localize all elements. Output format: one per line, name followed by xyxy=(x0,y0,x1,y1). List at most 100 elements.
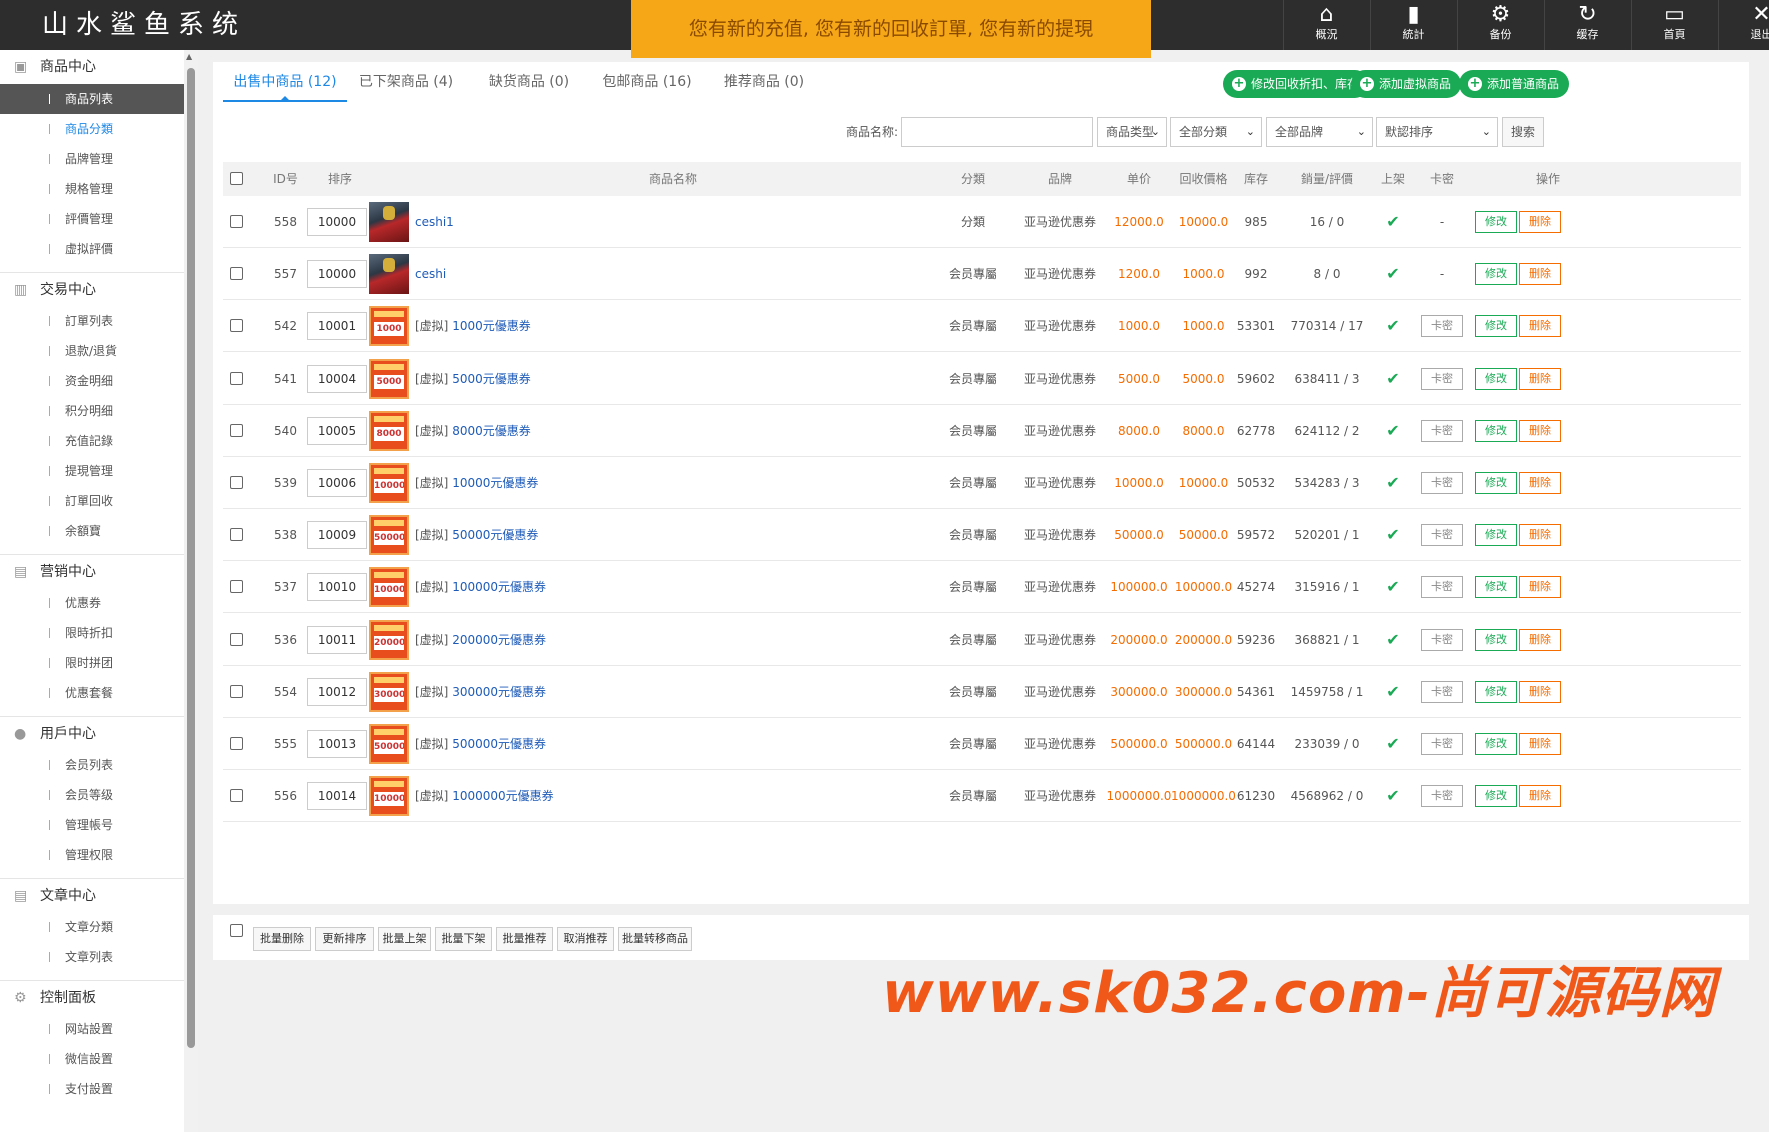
sidebar-item[interactable]: 网站設置 xyxy=(0,1014,184,1044)
listed-check-icon[interactable]: ✔ xyxy=(1373,196,1413,248)
add-normal-button[interactable]: + 添加普通商品 xyxy=(1459,70,1570,98)
nav-gear[interactable]: ⚙ 备份 xyxy=(1457,0,1543,50)
sidebar-item[interactable]: 虚拟評價 xyxy=(0,234,184,264)
sidebar-item[interactable]: 管理帳号 xyxy=(0,810,184,840)
sidebar-item[interactable]: 资金明细 xyxy=(0,366,184,396)
listed-check-icon[interactable]: ✔ xyxy=(1373,405,1413,457)
delete-button[interactable]: 删除 xyxy=(1519,367,1561,390)
edit-button[interactable]: 修改 xyxy=(1475,524,1517,547)
row-checkbox[interactable] xyxy=(230,371,243,385)
nav-monitor[interactable]: ▭ 首頁 xyxy=(1631,0,1717,50)
delete-button[interactable]: 删除 xyxy=(1519,211,1561,233)
listed-check-icon[interactable]: ✔ xyxy=(1373,770,1413,822)
sidebar-item[interactable]: 規格管理 xyxy=(0,174,184,204)
edit-button[interactable]: 修改 xyxy=(1475,211,1517,233)
sidebar-item[interactable]: 会员列表 xyxy=(0,750,184,780)
sort-input[interactable]: 10010 xyxy=(307,573,367,602)
sidebar-item[interactable]: 訂單回收 xyxy=(0,486,184,516)
listed-check-icon[interactable]: ✔ xyxy=(1373,666,1413,718)
product-name-link[interactable]: [虚拟] 10000元優惠券 xyxy=(415,457,538,509)
add-virtual-button[interactable]: + 添加虚拟商品 xyxy=(1351,70,1462,98)
row-checkbox[interactable] xyxy=(230,267,243,281)
product-name-link[interactable]: [虚拟] 200000元優惠券 xyxy=(415,614,546,666)
sort-input[interactable]: 10014 xyxy=(307,782,367,811)
search-button[interactable]: 搜索 xyxy=(1502,117,1544,147)
row-checkbox[interactable] xyxy=(230,580,243,594)
sidebar-item[interactable]: 支付設置 xyxy=(0,1074,184,1104)
scrollbar-thumb[interactable] xyxy=(187,68,195,1048)
product-name-link[interactable]: [虚拟] 1000000元優惠券 xyxy=(415,770,554,822)
edit-button[interactable]: 修改 xyxy=(1475,576,1517,599)
category-select[interactable]: 全部分類 ⌄ xyxy=(1170,117,1262,147)
nav-close[interactable]: ✕ 退出 xyxy=(1718,0,1769,50)
search-name-input[interactable] xyxy=(901,117,1093,147)
sort-input[interactable]: 10011 xyxy=(307,625,367,654)
row-checkbox[interactable] xyxy=(230,319,243,333)
delete-button[interactable]: 删除 xyxy=(1519,524,1561,547)
listed-check-icon[interactable]: ✔ xyxy=(1373,509,1413,561)
sidebar-item[interactable]: 品牌管理 xyxy=(0,144,184,174)
sidebar-item[interactable]: 积分明细 xyxy=(0,396,184,426)
sort-input[interactable]: 10001 xyxy=(307,312,367,341)
delete-button[interactable]: 删除 xyxy=(1519,733,1561,755)
nav-bar-chart[interactable]: ▮ 統計 xyxy=(1370,0,1456,50)
edit-button[interactable]: 修改 xyxy=(1475,680,1517,703)
kami-button[interactable]: 卡密 xyxy=(1421,733,1463,755)
product-name-link[interactable]: ceshi xyxy=(415,248,446,300)
sort-select[interactable]: 默認排序 ⌄ xyxy=(1376,117,1498,147)
row-checkbox[interactable] xyxy=(230,476,243,489)
sidebar-item[interactable]: 評價管理 xyxy=(0,204,184,234)
kami-button[interactable]: 卡密 xyxy=(1421,472,1463,494)
listed-check-icon[interactable]: ✔ xyxy=(1373,614,1413,666)
type-select[interactable]: 商品类型 ⌄ xyxy=(1097,117,1167,147)
tab-3[interactable]: 缺货商品 (0) xyxy=(479,62,579,102)
sidebar-item[interactable]: 优惠券 xyxy=(0,588,184,618)
sidebar-item[interactable]: 訂單列表 xyxy=(0,306,184,336)
nav-refresh[interactable]: ↻ 缓存 xyxy=(1544,0,1630,50)
sort-input[interactable]: 10000 xyxy=(307,208,367,236)
bulk-button-1[interactable]: 批量删除 xyxy=(253,927,311,951)
edit-button[interactable]: 修改 xyxy=(1475,263,1517,286)
kami-button[interactable]: 卡密 xyxy=(1421,785,1463,808)
sidebar-group-2[interactable]: ▥ 交易中心 xyxy=(0,272,184,306)
bulk-button-4[interactable]: 批量下架 xyxy=(435,927,492,951)
sidebar-scrollbar[interactable]: ▲ xyxy=(184,50,198,1132)
sidebar-group-6[interactable]: ⚙ 控制面板 xyxy=(0,980,184,1014)
sidebar-item[interactable]: 退款/退貨 xyxy=(0,336,184,366)
sidebar-item[interactable]: 提現管理 xyxy=(0,456,184,486)
edit-button[interactable]: 修改 xyxy=(1475,419,1517,442)
listed-check-icon[interactable]: ✔ xyxy=(1373,457,1413,509)
edit-button[interactable]: 修改 xyxy=(1475,315,1517,338)
sort-input[interactable]: 10000 xyxy=(307,260,367,289)
product-name-link[interactable]: [虚拟] 8000元優惠券 xyxy=(415,405,531,457)
edit-button[interactable]: 修改 xyxy=(1475,367,1517,390)
select-all-checkbox[interactable] xyxy=(230,172,243,185)
row-checkbox[interactable] xyxy=(230,528,243,542)
sort-input[interactable]: 10013 xyxy=(307,730,367,758)
sidebar-item[interactable]: 管理权限 xyxy=(0,840,184,870)
sidebar-item[interactable]: 文章分類 xyxy=(0,912,184,942)
listed-check-icon[interactable]: ✔ xyxy=(1373,718,1413,770)
product-name-link[interactable]: [虚拟] 1000元優惠券 xyxy=(415,300,531,352)
kami-button[interactable]: 卡密 xyxy=(1421,576,1463,599)
sidebar-item[interactable]: 商品分類 xyxy=(0,114,184,144)
kami-button[interactable]: 卡密 xyxy=(1421,628,1463,651)
product-name-link[interactable]: ceshi1 xyxy=(415,196,454,248)
product-name-link[interactable]: [虚拟] 100000元優惠券 xyxy=(415,561,546,613)
row-checkbox[interactable] xyxy=(230,423,243,437)
edit-button[interactable]: 修改 xyxy=(1475,472,1517,494)
tab-5[interactable]: 推荐商品 (0) xyxy=(717,62,811,102)
sidebar-item[interactable]: 商品列表 xyxy=(0,84,184,114)
delete-button[interactable]: 删除 xyxy=(1519,315,1561,338)
edit-button[interactable]: 修改 xyxy=(1475,628,1517,651)
edit-button[interactable]: 修改 xyxy=(1475,785,1517,808)
sidebar-item[interactable]: 文章列表 xyxy=(0,942,184,972)
product-name-link[interactable]: [虚拟] 5000元優惠券 xyxy=(415,353,531,405)
delete-button[interactable]: 删除 xyxy=(1519,419,1561,442)
scroll-up-icon[interactable]: ▲ xyxy=(186,52,192,61)
delete-button[interactable]: 删除 xyxy=(1519,576,1561,599)
kami-button[interactable]: 卡密 xyxy=(1421,419,1463,442)
product-name-link[interactable]: [虚拟] 500000元優惠券 xyxy=(415,718,546,770)
sidebar-group-4[interactable]: ● 用戶中心 xyxy=(0,716,184,750)
product-name-link[interactable]: [虚拟] 300000元優惠券 xyxy=(415,666,546,718)
